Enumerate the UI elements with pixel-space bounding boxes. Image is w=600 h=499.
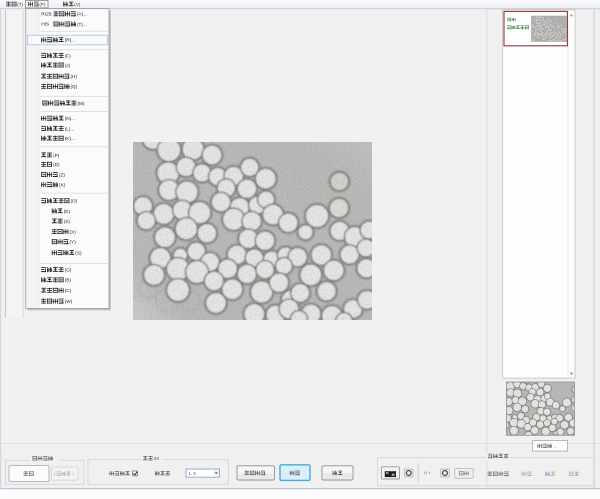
svg-text:(P): (P) [39,2,46,7]
svg-text:(T): (T) [17,2,23,7]
svg-text:1. 5: 1. 5 [189,471,197,476]
svg-text:(F): (F) [65,53,71,58]
svg-text:(K)...: (K)... [65,136,75,141]
svg-text:(B): (B) [65,278,72,283]
svg-text:(Q): (Q) [71,84,78,89]
svg-text:(A)...: (A)... [77,12,87,17]
svg-text:(N)...: (N)... [65,116,75,121]
svg-text:(R)...: (R)... [65,38,75,43]
svg-text:(X): (X) [70,229,77,234]
svg-text:(C): (C) [65,288,72,293]
svg-text:(L)...: (L)... [65,126,75,131]
svg-text:(G): (G) [65,267,72,272]
svg-text:(Y): (Y) [70,240,77,245]
svg-text:H +: H + [424,471,431,476]
svg-text:(E): (E) [64,209,71,214]
svg-text:(M): (M) [78,101,85,106]
svg-text:(Z): (Z) [59,172,65,177]
svg-text:(O): (O) [71,199,78,204]
svg-text:(J): (J) [65,63,71,68]
svg-text:2X: 2X [154,456,159,461]
svg-text:(D): (D) [53,162,60,167]
svg-text:(X): (X) [59,182,66,187]
svg-text:(P): (P) [53,153,60,158]
svg-text:HIS: HIS [41,22,49,28]
svg-text:..: .. [554,444,556,449]
svg-text:(S): (S) [64,219,71,224]
svg-text:(S): (S) [75,250,82,255]
svg-text:(H): (H) [71,74,78,79]
svg-text:(T)...: (T)... [77,22,87,27]
svg-text:(V): (V) [74,2,81,7]
svg-text:RGB: RGB [41,12,51,18]
svg-text:(W): (W) [65,299,73,304]
